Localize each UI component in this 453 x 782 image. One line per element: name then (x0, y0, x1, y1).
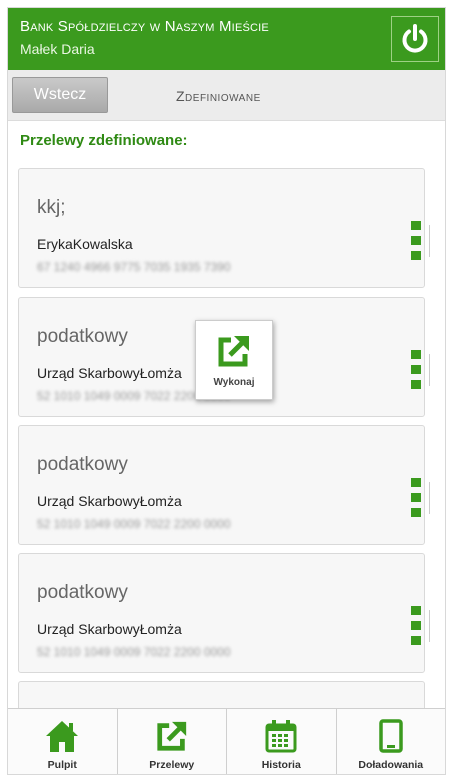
card-menu-icon[interactable] (411, 478, 430, 518)
transfer-account: 67 1240 4966 9775 7035 1935 7390 (37, 260, 231, 274)
bank-name: Bank Spółdzielczy w Naszym Mieście (20, 18, 269, 35)
nav-item-pulpit[interactable]: Pulpit (8, 709, 118, 774)
transfer-card[interactable]: podatkowy Urząd SkarbowyŁomża 52 1010 10… (18, 553, 430, 673)
page-title: Zdefiniowane (176, 88, 261, 104)
transfer-recipient: Urząd SkarbowyŁomża (37, 493, 182, 509)
home-icon (46, 721, 79, 752)
transfer-account: 52 1010 1049 0009 7022 2200 0000 (37, 517, 231, 531)
back-button[interactable]: Wstecz (12, 77, 108, 113)
app-header: Bank Spółdzielczy w Naszym Mieście Małek… (8, 8, 445, 70)
transfer-name: kkj; (37, 197, 66, 218)
app-frame: Bank Spółdzielczy w Naszym Mieście Małek… (8, 8, 445, 774)
nav-label: Pulpit (47, 759, 77, 771)
nav-label: Doładowania (358, 759, 424, 771)
transfer-recipient: Urząd SkarbowyŁomża (37, 621, 182, 637)
power-icon (402, 24, 428, 53)
transfer-account: 52 1010 1049 0009 7022 2200 0000 (37, 645, 231, 659)
execute-transfer-icon (218, 336, 249, 367)
transfer-icon (157, 721, 186, 751)
card-menu-icon[interactable] (411, 606, 430, 646)
nav-label: Historia (261, 759, 301, 771)
bottom-nav: Pulpit Przelewy Historia Doładowania (8, 708, 445, 774)
section-title: Przelewy zdefiniowane: (20, 132, 188, 149)
transfer-card[interactable]: podatkowy Urząd SkarbowyŁomża 52 1010 10… (18, 425, 430, 545)
transfer-name: podatkowy (37, 454, 128, 475)
sub-header: Wstecz Zdefiniowane (8, 70, 445, 121)
execute-label: Wykonaj (213, 377, 255, 388)
user-name: Małek Daria (20, 41, 95, 57)
phone-icon (379, 719, 403, 753)
transfer-name: podatkowy (37, 582, 128, 603)
logout-button[interactable] (391, 16, 439, 62)
transfer-recipient: Urząd SkarbowyŁomża (37, 365, 182, 381)
transfer-card[interactable]: kkj; ErykaKowalska 67 1240 4966 9775 703… (18, 168, 430, 288)
calendar-icon (265, 720, 297, 753)
nav-item-przelewy[interactable]: Przelewy (118, 709, 227, 774)
transfer-name: podatkowy (37, 326, 128, 347)
card-menu-icon[interactable] (411, 221, 430, 261)
nav-item-doladowania[interactable]: Doładowania (337, 709, 446, 774)
card-menu-icon[interactable] (411, 350, 430, 390)
nav-label: Przelewy (149, 759, 195, 771)
nav-item-historia[interactable]: Historia (227, 709, 337, 774)
transfer-recipient: ErykaKowalska (37, 236, 133, 252)
execute-popup[interactable]: Wykonaj (195, 320, 273, 400)
